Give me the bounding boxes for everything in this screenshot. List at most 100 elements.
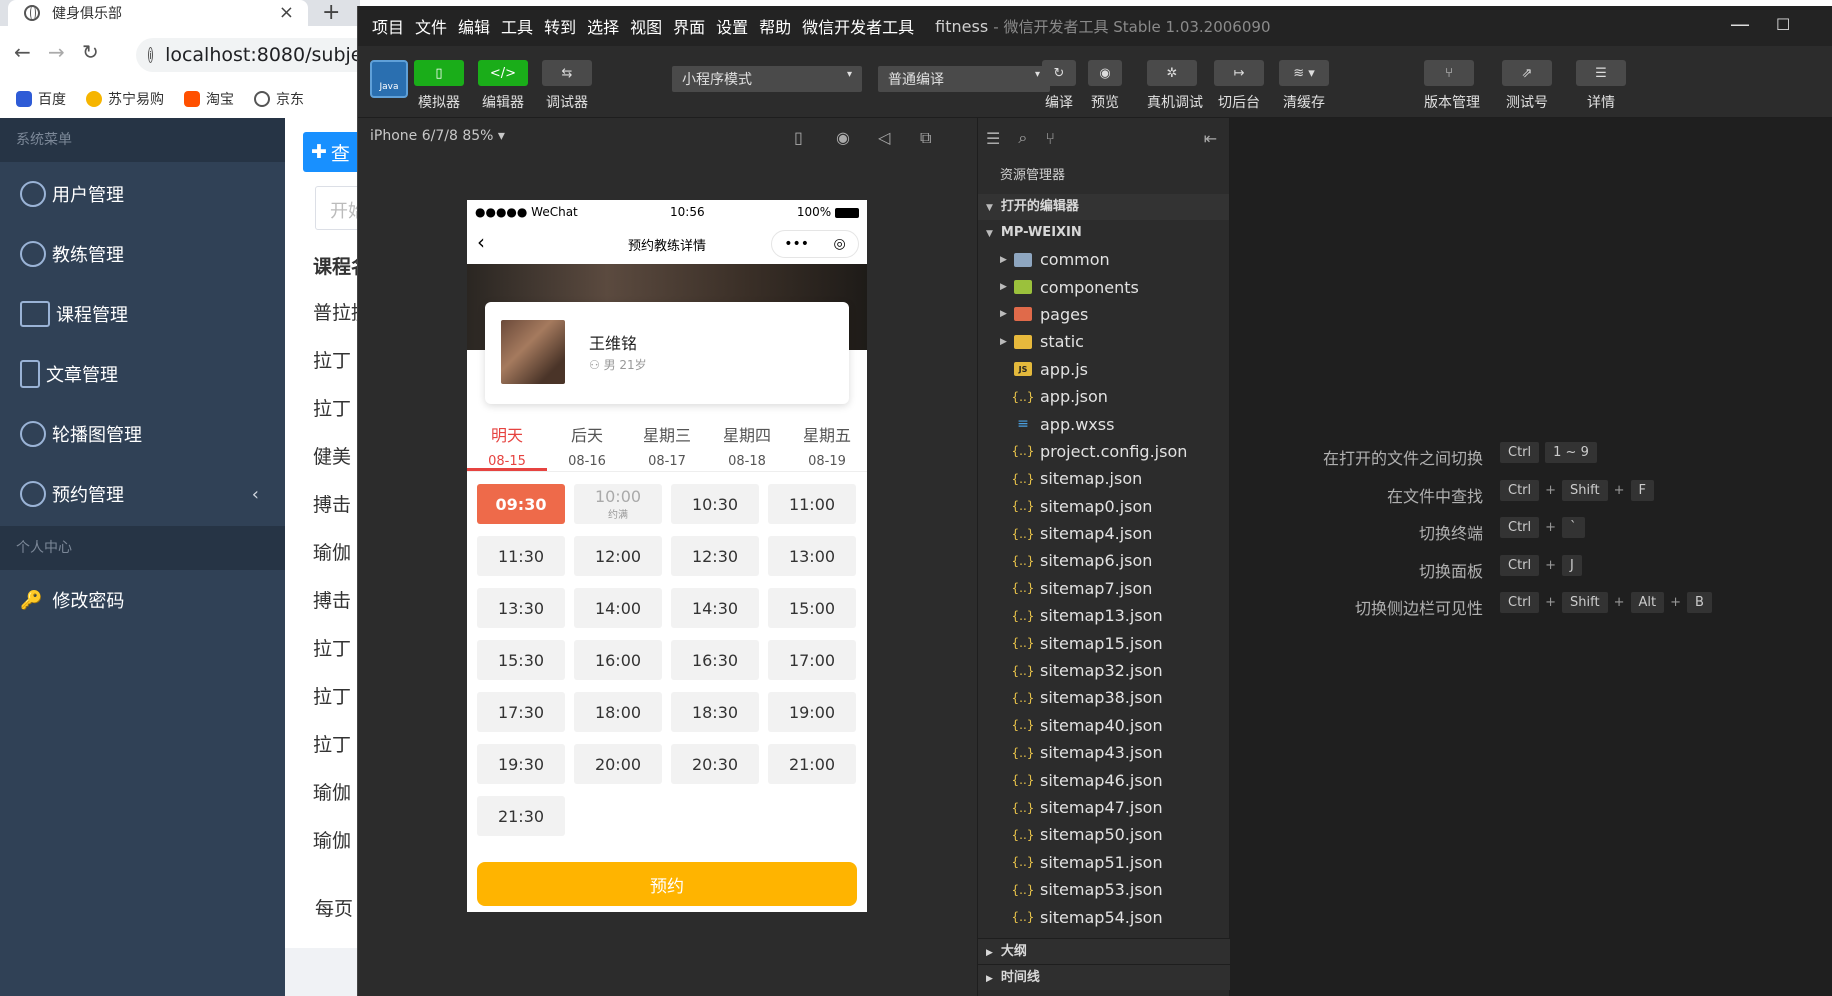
collapse-icon[interactable]: ⇤ bbox=[1204, 129, 1217, 148]
folder-item[interactable]: ▶ common bbox=[978, 246, 1229, 273]
back-arrow-icon[interactable]: ← bbox=[14, 40, 31, 64]
reload-icon[interactable]: ↻ bbox=[82, 40, 99, 64]
file-item[interactable]: {..} sitemap.json bbox=[978, 465, 1229, 492]
address-bar[interactable]: i localhost:8080/subject bbox=[136, 38, 376, 72]
time-slot[interactable]: 13:00 bbox=[768, 536, 856, 576]
query-button[interactable]: ✚ 查 bbox=[303, 132, 357, 172]
menu-select[interactable]: 选择 bbox=[587, 14, 619, 38]
file-item[interactable]: {..} sitemap32.json bbox=[978, 657, 1229, 684]
time-slot[interactable]: 14:30 bbox=[671, 588, 759, 628]
test-account-button[interactable]: ⇗ 测试号 bbox=[1502, 60, 1552, 112]
time-slot[interactable]: 09:30 bbox=[477, 484, 565, 524]
menu-settings[interactable]: 设置 bbox=[716, 14, 748, 38]
minimize-icon[interactable]: — bbox=[1730, 12, 1750, 36]
file-item[interactable]: {..} sitemap4.json bbox=[978, 520, 1229, 547]
file-item[interactable]: JS app.js bbox=[978, 356, 1229, 383]
new-tab-button[interactable]: + bbox=[322, 0, 340, 25]
mode-select[interactable]: 小程序模式 ▾ bbox=[672, 66, 862, 92]
time-slot[interactable]: 20:00 bbox=[574, 744, 662, 784]
maximize-icon[interactable]: ☐ bbox=[1776, 15, 1790, 34]
file-item[interactable]: {..} sitemap38.json bbox=[978, 684, 1229, 711]
menu-project[interactable]: 项目 bbox=[372, 14, 404, 38]
file-item[interactable]: ≡ app.wxss bbox=[978, 410, 1229, 437]
close-tab-icon[interactable]: × bbox=[279, 2, 294, 23]
details-button[interactable]: ☰ 详情 bbox=[1576, 60, 1626, 112]
more-icon[interactable]: ••• bbox=[784, 236, 809, 252]
version-button[interactable]: ⑂ 版本管理 bbox=[1424, 60, 1480, 112]
time-slot[interactable]: 10:30 bbox=[671, 484, 759, 524]
branch-icon[interactable]: ⑂ bbox=[1045, 129, 1055, 148]
file-item[interactable]: {..} sitemap0.json bbox=[978, 493, 1229, 520]
tab-day[interactable]: 星期四 08-18 bbox=[707, 414, 787, 471]
time-slot[interactable]: 20:30 bbox=[671, 744, 759, 784]
time-slot[interactable]: 12:30 bbox=[671, 536, 759, 576]
real-device-debug-button[interactable]: ✲ 真机调试 bbox=[1147, 60, 1203, 112]
menu-view[interactable]: 视图 bbox=[630, 14, 662, 38]
time-slot[interactable]: 18:00 bbox=[574, 692, 662, 732]
time-slot[interactable]: 18:30 bbox=[671, 692, 759, 732]
file-item[interactable]: {..} sitemap51.json bbox=[978, 849, 1229, 876]
sidebar-item-coaches[interactable]: 教练管理 bbox=[0, 224, 285, 284]
timeline-section[interactable]: ▶ 时间线 bbox=[978, 964, 1230, 990]
window-icon[interactable]: ⧉ bbox=[920, 128, 931, 148]
time-slot[interactable]: 19:30 bbox=[477, 744, 565, 784]
menu-wechat-devtools[interactable]: 微信开发者工具 bbox=[802, 14, 914, 38]
sidebar-item-articles[interactable]: 文章管理 bbox=[0, 344, 285, 404]
file-item[interactable]: {..} sitemap7.json bbox=[978, 575, 1229, 602]
menu-interface[interactable]: 界面 bbox=[673, 14, 705, 38]
editor-button[interactable]: </> 编辑器 bbox=[478, 60, 528, 112]
folder-item[interactable]: ▶ components bbox=[978, 273, 1229, 300]
bookmark-taobao[interactable]: 淘宝 bbox=[184, 89, 234, 109]
file-item[interactable]: {..} sitemap47.json bbox=[978, 794, 1229, 821]
open-editors-section[interactable]: ▼ 打开的编辑器 bbox=[978, 194, 1229, 220]
file-item[interactable]: {..} sitemap40.json bbox=[978, 712, 1229, 739]
sidebar-item-change-password[interactable]: 🔑 修改密码 bbox=[0, 570, 285, 630]
folder-item[interactable]: ▶ static bbox=[978, 328, 1229, 355]
menu-tools[interactable]: 工具 bbox=[501, 14, 533, 38]
outline-section[interactable]: ▶ 大纲 bbox=[978, 938, 1230, 964]
background-button[interactable]: ↦ 切后台 bbox=[1214, 60, 1264, 112]
simulator-button[interactable]: ▯ 模拟器 bbox=[414, 60, 464, 112]
file-item[interactable]: {..} sitemap54.json bbox=[978, 903, 1229, 930]
sidebar-item-users[interactable]: 用户管理 bbox=[0, 164, 285, 224]
start-date-input[interactable]: 开始 bbox=[315, 186, 357, 230]
compile-mode-select[interactable]: 普通编译 ▾ bbox=[878, 66, 1050, 92]
time-slot[interactable]: 12:00 bbox=[574, 536, 662, 576]
info-icon[interactable]: i bbox=[148, 47, 154, 63]
tab-day[interactable]: 后天 08-16 bbox=[547, 414, 627, 471]
menu-file[interactable]: 文件 bbox=[415, 14, 447, 38]
phone-icon[interactable]: ▯ bbox=[794, 128, 803, 147]
menu-help[interactable]: 帮助 bbox=[759, 14, 791, 38]
file-item[interactable]: {..} project.config.json bbox=[978, 438, 1229, 465]
bookmark-jd[interactable]: 京东 bbox=[254, 89, 304, 109]
close-circle-icon[interactable]: ◎ bbox=[834, 236, 846, 252]
tab-day[interactable]: 星期三 08-17 bbox=[627, 414, 707, 471]
time-slot[interactable]: 14:00 bbox=[574, 588, 662, 628]
time-slot[interactable]: 11:00 bbox=[768, 484, 856, 524]
file-item[interactable]: {..} sitemap15.json bbox=[978, 629, 1229, 656]
file-item[interactable]: {..} sitemap6.json bbox=[978, 547, 1229, 574]
time-slot[interactable]: 17:00 bbox=[768, 640, 856, 680]
browser-tab[interactable]: 健身俱乐部 × bbox=[8, 0, 308, 26]
sidebar-item-reservations[interactable]: 预约管理 ‹ bbox=[0, 464, 285, 524]
device-select[interactable]: iPhone 6/7/8 85% ▾ bbox=[370, 128, 505, 144]
back-chevron-icon[interactable]: ‹ bbox=[477, 230, 485, 254]
file-item[interactable]: {..} sitemap43.json bbox=[978, 739, 1229, 766]
record-icon[interactable]: ◉ bbox=[836, 128, 850, 147]
file-item[interactable]: {..} sitemap46.json bbox=[978, 766, 1229, 793]
tab-day[interactable]: 明天 08-15 bbox=[467, 414, 547, 471]
file-item[interactable]: {..} sitemap13.json bbox=[978, 602, 1229, 629]
time-slot[interactable]: 10:00 约满 bbox=[574, 484, 662, 524]
forward-arrow-icon[interactable]: → bbox=[48, 40, 65, 64]
debugger-button[interactable]: ⇆ 调试器 bbox=[542, 60, 592, 112]
time-slot[interactable]: 19:00 bbox=[768, 692, 856, 732]
bookmark-suning[interactable]: 苏宁易购 bbox=[86, 89, 164, 109]
bookmark-baidu[interactable]: 百度 bbox=[16, 89, 66, 109]
file-item[interactable]: {..} sitemap50.json bbox=[978, 821, 1229, 848]
avatar[interactable]: Java bbox=[370, 60, 408, 98]
time-slot[interactable]: 15:00 bbox=[768, 588, 856, 628]
clear-cache-button[interactable]: ≋ ▾ 清缓存 bbox=[1279, 60, 1329, 112]
time-slot[interactable]: 16:30 bbox=[671, 640, 759, 680]
time-slot[interactable]: 21:30 bbox=[477, 796, 565, 836]
menu-edit[interactable]: 编辑 bbox=[458, 14, 490, 38]
